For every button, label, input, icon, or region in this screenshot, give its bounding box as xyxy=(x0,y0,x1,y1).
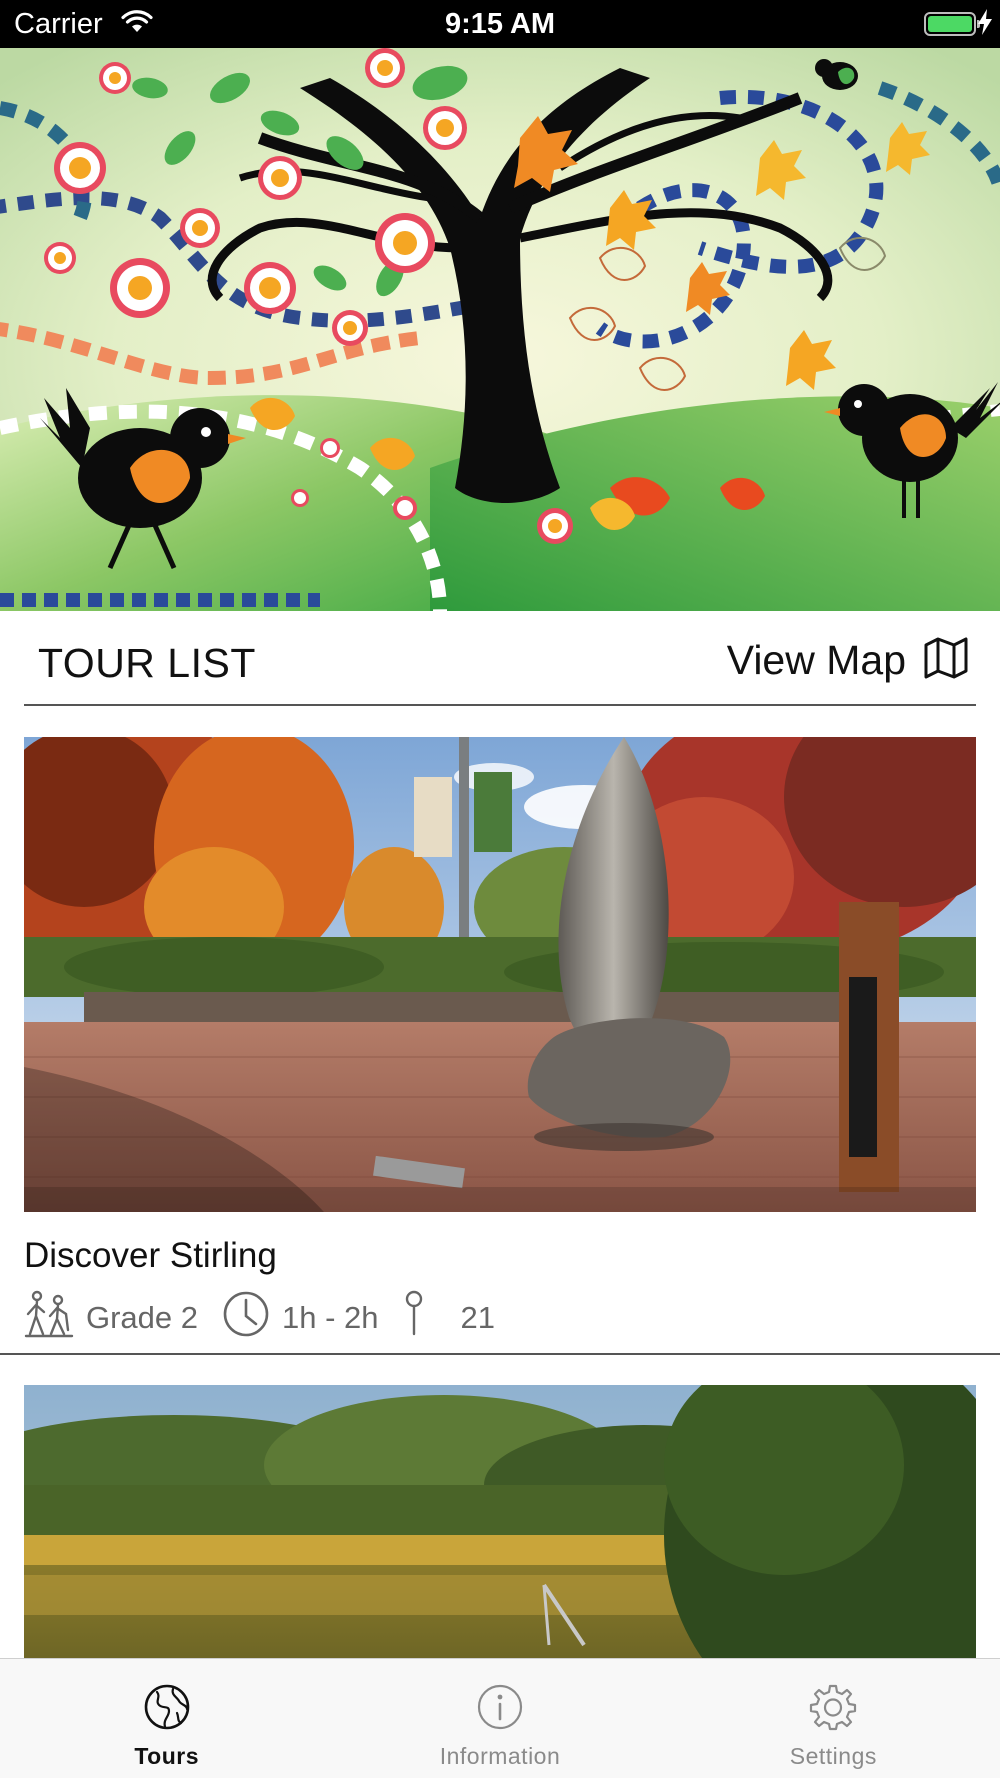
tour-stops: 21 xyxy=(403,1290,495,1346)
hikers-icon xyxy=(24,1290,86,1346)
tour-meta: Grade 2 1h - 2h 21 xyxy=(24,1290,519,1346)
tab-label: Settings xyxy=(789,1743,877,1769)
clock-time: 9:15 AM xyxy=(444,8,556,40)
tour-grade: Grade 2 xyxy=(24,1290,198,1346)
charging-bolt-icon xyxy=(978,9,992,40)
tour-card[interactable] xyxy=(0,1385,1000,1658)
tour-duration: 1h - 2h xyxy=(222,1290,379,1346)
tour-duration-label: 1h - 2h xyxy=(282,1300,379,1335)
tour-stops-label: 21 xyxy=(460,1300,496,1335)
view-map-button[interactable]: View Map xyxy=(727,636,968,684)
clock-icon xyxy=(222,1290,282,1346)
tab-settings[interactable]: Settings xyxy=(667,1659,1000,1778)
tab-information[interactable]: Information xyxy=(333,1659,666,1778)
tour-grade-label: Grade 2 xyxy=(86,1300,199,1335)
tour-list[interactable]: Discover Stirling Grade 2 1h - 2h 21 xyxy=(0,706,1000,1658)
pin-icon xyxy=(403,1290,437,1346)
tab-bar: Tours Information Settings xyxy=(0,1658,1000,1778)
tour-photo[interactable] xyxy=(24,1385,976,1658)
view-map-label: View Map xyxy=(726,636,906,683)
tour-name: Discover Stirling xyxy=(24,1236,277,1275)
status-bar: Carrier 9:15 AM xyxy=(0,0,1000,48)
tour-photo[interactable] xyxy=(24,737,976,1212)
map-icon xyxy=(924,637,968,684)
section-title: TOUR LIST xyxy=(38,640,256,686)
tab-tours[interactable]: Tours xyxy=(0,1659,333,1778)
tab-label: Information xyxy=(439,1743,561,1769)
tour-list-header: TOUR LIST View Map xyxy=(24,612,976,706)
tab-label: Tours xyxy=(134,1743,199,1769)
tour-card[interactable]: Discover Stirling Grade 2 1h - 2h 21 xyxy=(0,737,1000,1355)
header-illustration xyxy=(0,48,1000,611)
battery-level xyxy=(928,16,972,32)
battery-icon xyxy=(924,12,980,36)
